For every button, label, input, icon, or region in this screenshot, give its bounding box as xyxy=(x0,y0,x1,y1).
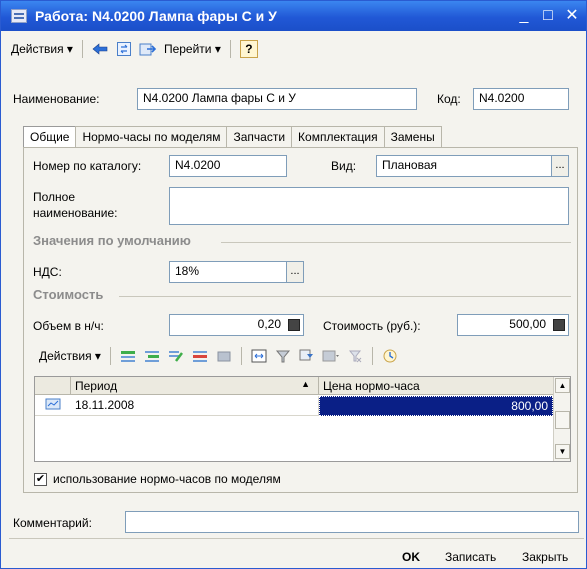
help-button[interactable]: ? xyxy=(239,40,258,58)
cost-input[interactable]: 500,00 xyxy=(457,314,569,336)
title-bar[interactable]: Работа: N4.0200 Лампа фары С и У _ □ ✕ xyxy=(1,1,586,31)
code-input[interactable]: N4.0200 xyxy=(473,88,569,110)
cost-group-title: Стоимость xyxy=(33,287,104,302)
tab-replacements[interactable]: Замены xyxy=(383,126,442,147)
fullname-label-line1: Полное xyxy=(33,190,76,204)
clear-filter-icon[interactable] xyxy=(346,347,364,365)
main-toolbar: Действия ▾ Перейти ▾ ? xyxy=(7,37,258,61)
vat-label: НДС: xyxy=(33,265,62,279)
grid-header-period[interactable]: Период ▲ xyxy=(71,377,319,395)
grid-header-price[interactable]: Цена нормо-часа xyxy=(319,377,553,395)
name-input[interactable]: N4.0200 Лампа фары С и У xyxy=(137,88,417,110)
sort-asc-icon: ▲ xyxy=(301,379,310,389)
vat-select-button[interactable]: ... xyxy=(286,261,304,283)
scroll-thumb[interactable] xyxy=(555,411,570,429)
volume-label: Объем в н/ч: xyxy=(33,319,104,333)
edit-row-icon[interactable] xyxy=(167,347,185,365)
history-icon[interactable] xyxy=(381,347,399,365)
calculator-icon[interactable] xyxy=(553,319,565,331)
add-row-icon[interactable] xyxy=(119,347,137,365)
fullname-textarea[interactable] xyxy=(169,187,569,225)
mark-row-icon[interactable] xyxy=(215,347,233,365)
grid-header: Период ▲ Цена нормо-часа xyxy=(35,377,553,395)
row-price-cell[interactable]: 800,00 xyxy=(319,396,553,416)
window-title: Работа: N4.0200 Лампа фары С и У xyxy=(35,8,277,24)
tab-norm-hours-by-models[interactable]: Нормо-часы по моделям xyxy=(75,126,228,147)
volume-input[interactable]: 0,20 xyxy=(169,314,304,336)
form-icon xyxy=(11,9,27,23)
kind-label: Вид: xyxy=(331,159,357,173)
kind-select-button[interactable]: ... xyxy=(551,155,569,177)
work-form-window: Работа: N4.0200 Лампа фары С и У _ □ ✕ Д… xyxy=(0,0,587,569)
defaults-group-title: Значения по умолчанию xyxy=(33,233,191,248)
comment-input[interactable] xyxy=(125,511,579,533)
close-button[interactable]: ✕ xyxy=(562,6,582,26)
filter-list-icon[interactable] xyxy=(322,347,340,365)
toolbar-separator xyxy=(240,347,242,365)
volume-value: 0,20 xyxy=(257,317,281,331)
toolbar-separator xyxy=(81,40,83,58)
fullname-label-line2: наименование: xyxy=(33,206,118,220)
catalog-number-input[interactable]: N4.0200 xyxy=(169,155,287,177)
goto-menu[interactable]: Перейти ▾ xyxy=(160,42,225,56)
cost-group-divider xyxy=(119,296,571,297)
sort-icon[interactable] xyxy=(274,347,292,365)
catalog-number-label: Номер по каталогу: xyxy=(33,159,142,173)
code-label: Код: xyxy=(437,92,461,106)
toolbar-separator xyxy=(229,40,231,58)
scroll-up-icon[interactable]: ▲ xyxy=(555,378,570,393)
row-period-cell[interactable]: 18.11.2008 xyxy=(71,396,319,416)
calculator-icon[interactable] xyxy=(288,319,300,331)
scroll-down-icon[interactable]: ▼ xyxy=(555,444,570,459)
use-model-hours-label: использование нормо-часов по моделям xyxy=(53,472,281,486)
tab-strip: Общие Нормо-часы по моделям Запчасти Ком… xyxy=(23,126,442,148)
refresh-icon[interactable] xyxy=(115,40,133,58)
comment-label: Комментарий: xyxy=(13,516,92,530)
maximize-button[interactable]: □ xyxy=(538,6,558,26)
tab-general[interactable]: Общие xyxy=(23,126,77,148)
fit-columns-icon[interactable] xyxy=(250,347,268,365)
copy-row-icon[interactable] xyxy=(143,347,161,365)
tab-spare-parts[interactable]: Запчасти xyxy=(226,126,293,147)
grid-header-icon-col xyxy=(35,377,71,395)
use-model-hours-checkbox[interactable]: ✔ xyxy=(34,473,47,486)
name-label: Наименование: xyxy=(13,92,100,106)
ok-button[interactable]: OK xyxy=(402,550,420,564)
back-icon[interactable] xyxy=(91,40,109,58)
kind-input[interactable]: Плановая xyxy=(376,155,552,177)
cost-value: 500,00 xyxy=(509,317,546,331)
footer-divider xyxy=(9,538,584,539)
minimize-button[interactable]: _ xyxy=(514,6,534,26)
table-row[interactable]: 18.11.2008 800,00 xyxy=(35,396,553,416)
grid-actions-menu[interactable]: Действия ▾ xyxy=(35,349,105,363)
defaults-group-divider xyxy=(221,242,571,243)
grid-vertical-scrollbar[interactable]: ▲ ▼ xyxy=(553,377,570,461)
tab-equipment[interactable]: Комплектация xyxy=(291,126,385,147)
save-button[interactable]: Записать xyxy=(445,550,496,564)
vat-input[interactable]: 18% xyxy=(169,261,287,283)
price-grid[interactable]: Период ▲ Цена нормо-часа 18.11.2008 800,… xyxy=(34,376,571,462)
cost-label: Стоимость (руб.): xyxy=(323,319,421,333)
actions-menu[interactable]: Действия ▾ xyxy=(7,42,77,56)
close-form-button[interactable]: Закрыть xyxy=(522,550,568,564)
goto-icon[interactable] xyxy=(139,40,157,58)
filter-icon[interactable] xyxy=(298,347,316,365)
toolbar-separator xyxy=(371,347,373,365)
delete-row-icon[interactable] xyxy=(191,347,209,365)
toolbar-separator xyxy=(109,347,111,365)
grid-toolbar: Действия ▾ xyxy=(35,344,402,368)
row-record-icon xyxy=(35,396,71,416)
